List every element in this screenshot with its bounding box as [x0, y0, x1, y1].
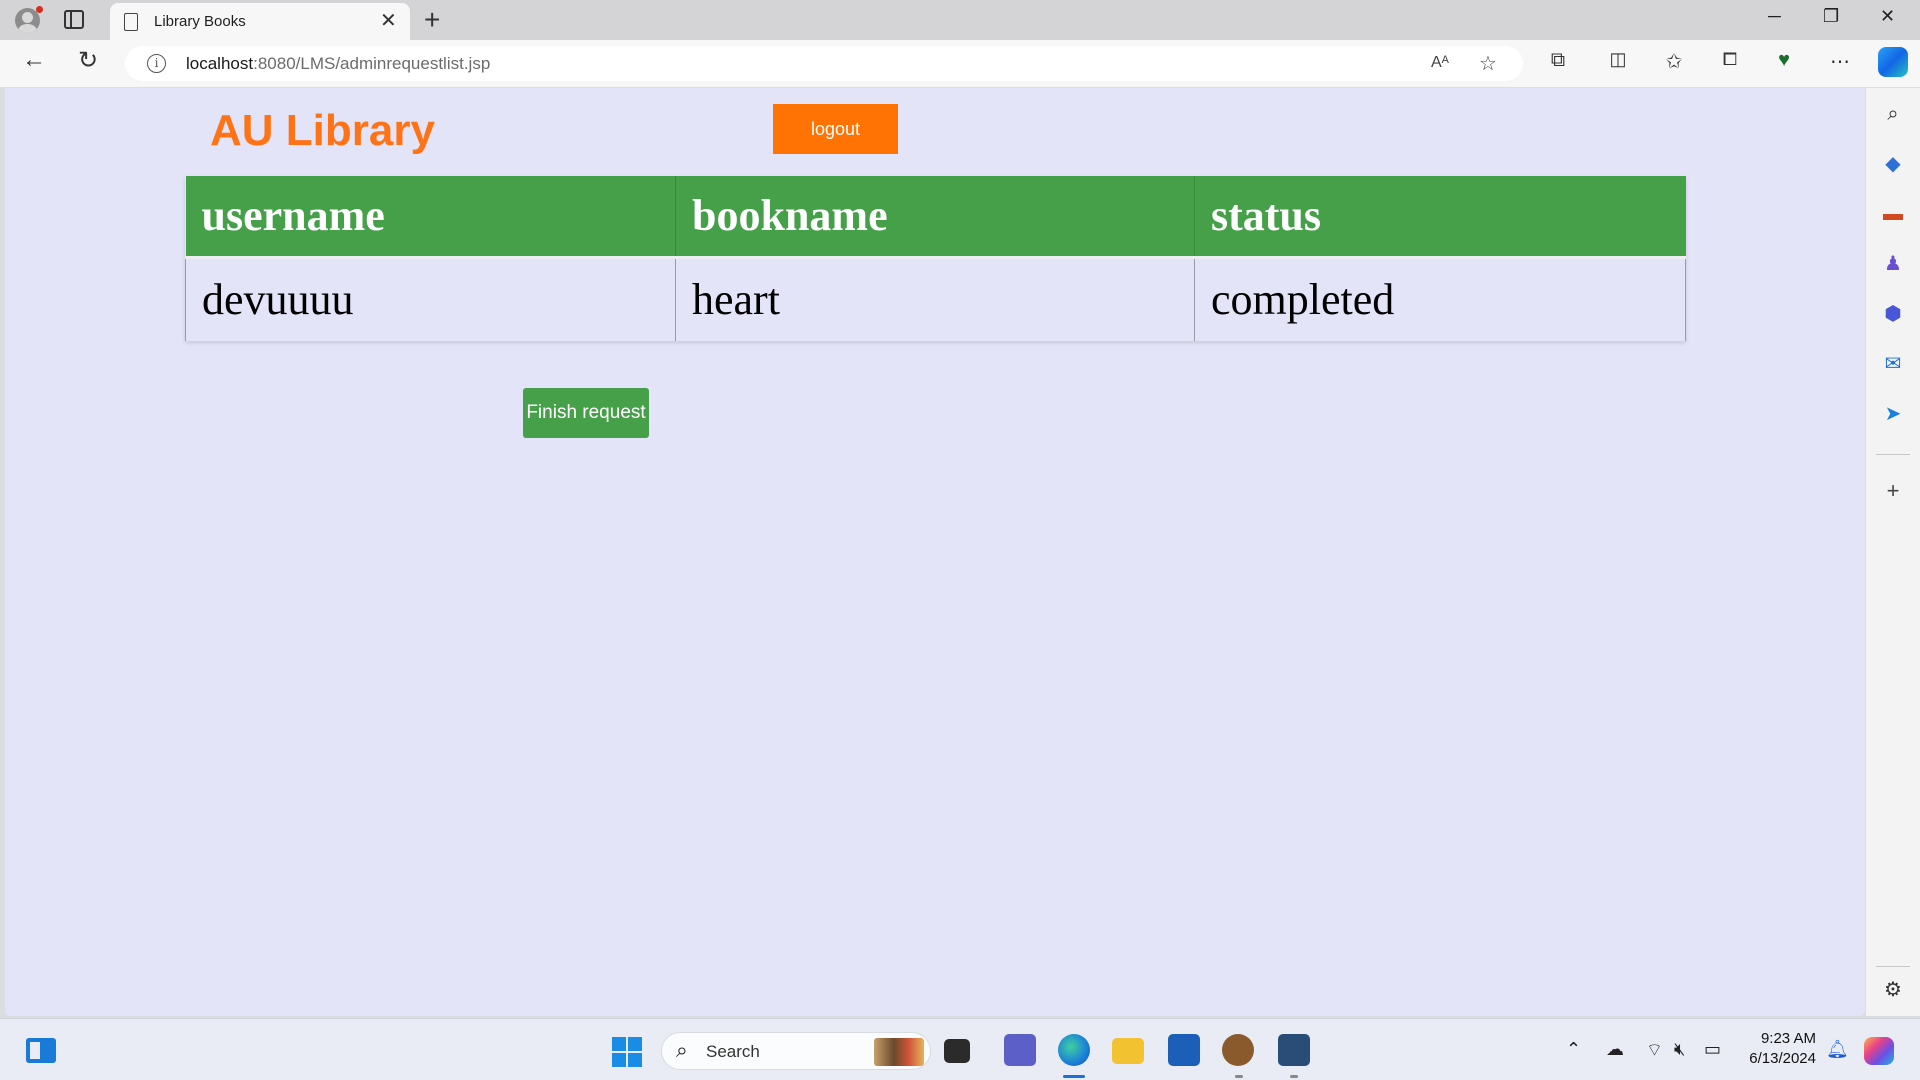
tools-icon[interactable]: ▬: [1882, 203, 1904, 225]
cell-username: devuuuu: [185, 255, 676, 341]
read-aloud-icon[interactable]: Aᴬ: [1431, 54, 1449, 72]
new-tab-button[interactable]: +: [424, 4, 440, 36]
sidebar-divider: [1876, 454, 1910, 455]
extensions-icon[interactable]: ⧉: [1546, 49, 1570, 73]
favorites-icon[interactable]: ✩: [1662, 49, 1686, 73]
start-tile: [612, 1053, 626, 1067]
more-menu-icon[interactable]: ⋯: [1828, 49, 1852, 73]
teams-icon[interactable]: [1004, 1034, 1036, 1066]
edge-sidebar: ⌕ ◆ ▬ ♟ ⬢ ✉ ➤ + ⚙: [1866, 88, 1920, 1016]
column-header-bookname: bookname: [675, 176, 1195, 257]
back-arrow-icon[interactable]: ←: [22, 46, 46, 74]
notification-dot-icon: [36, 6, 43, 13]
drop-icon[interactable]: ➤: [1882, 403, 1904, 425]
finish-request-button[interactable]: Finish request: [523, 388, 649, 438]
column-header-status: status: [1194, 176, 1686, 257]
search-highlight-image: [874, 1038, 924, 1066]
split-screen-icon[interactable]: ◫: [1606, 49, 1630, 73]
volume-muted-icon[interactable]: 🔇︎: [1674, 1039, 1685, 1060]
start-button[interactable]: [612, 1037, 642, 1067]
logout-button[interactable]: logout: [773, 104, 898, 154]
outlook-icon[interactable]: ✉: [1882, 353, 1904, 375]
minimize-button[interactable]: ─: [1768, 6, 1781, 27]
url-text[interactable]: localhost:8080/LMS/adminrequestlist.jsp: [186, 54, 490, 74]
running-app-indicator: [1290, 1075, 1298, 1078]
taskbar-clock[interactable]: 9:23 AM 6/13/2024: [1740, 1029, 1816, 1069]
url-host: localhost: [186, 54, 254, 73]
microsoft365-icon[interactable]: ⬢: [1882, 303, 1904, 325]
store-icon[interactable]: [1168, 1034, 1200, 1066]
battery-icon[interactable]: ▭: [1704, 1039, 1721, 1060]
magnifier-icon: ⌕: [676, 1039, 688, 1062]
chevron-up-icon[interactable]: ⌃: [1566, 1039, 1581, 1060]
eclipse-icon[interactable]: [1222, 1034, 1254, 1066]
ide-icon[interactable]: [1278, 1034, 1310, 1066]
site-brand: AU Library: [210, 106, 435, 155]
browser-essentials-icon[interactable]: ♥: [1772, 49, 1796, 73]
collections-icon[interactable]: ⧠: [1718, 49, 1742, 73]
address-bar[interactable]: i localhost:8080/LMS/adminrequestlist.js…: [125, 46, 1523, 81]
active-app-indicator: [1063, 1075, 1085, 1078]
restore-button[interactable]: ❐: [1823, 6, 1839, 27]
widgets-icon[interactable]: [26, 1038, 56, 1063]
cell-status: completed: [1194, 255, 1686, 341]
edge-icon[interactable]: [1058, 1034, 1090, 1066]
copilot-taskbar-icon[interactable]: [1864, 1037, 1894, 1065]
page-viewport: AU Library logout username bookname stat…: [5, 88, 1865, 1016]
cell-bookname: heart: [675, 255, 1195, 341]
browser-toolbar: ← ↻ i localhost:8080/LMS/adminrequestlis…: [0, 40, 1920, 87]
notification-bell-icon[interactable]: 🔔︎: [1826, 1039, 1849, 1060]
page-icon: [124, 13, 138, 31]
sidebar-divider: [1876, 966, 1910, 967]
tab-strip: Library Books ✕ + ─ ❐ ✕: [0, 0, 1920, 40]
site-info-icon[interactable]: i: [147, 54, 166, 73]
running-app-indicator: [1235, 1075, 1243, 1078]
taskbar-search[interactable]: ⌕ Search: [661, 1032, 931, 1070]
shopping-tag-icon[interactable]: ◆: [1882, 153, 1904, 175]
taskbar: ⌕ Search ⌃ ☁ ⌔ 🔇︎ ▭ 9:23 AM 6/13/2024 🔔︎: [0, 1018, 1920, 1080]
url-path: :8080/LMS/adminrequestlist.jsp: [253, 54, 491, 73]
column-header-username: username: [185, 176, 676, 257]
tab-library-books[interactable]: Library Books ✕: [110, 3, 410, 40]
table-header-row: username bookname status: [185, 176, 1686, 257]
copilot-icon[interactable]: [1878, 47, 1908, 77]
games-icon[interactable]: ♟: [1882, 253, 1904, 275]
request-table: username bookname status devuuuu heart c…: [185, 176, 1686, 341]
add-icon[interactable]: +: [1882, 480, 1904, 502]
tab-title: Library Books: [154, 13, 246, 30]
start-tile: [612, 1037, 626, 1051]
task-view-icon[interactable]: [944, 1039, 970, 1063]
tab-actions-icon[interactable]: [64, 10, 84, 29]
taskbar-search-label: Search: [706, 1042, 760, 1061]
search-icon[interactable]: ⌕: [1882, 103, 1904, 125]
wifi-icon[interactable]: ⌔: [1646, 1039, 1663, 1062]
onedrive-icon[interactable]: ☁: [1606, 1039, 1624, 1060]
file-explorer-icon[interactable]: [1112, 1038, 1144, 1064]
start-tile: [628, 1037, 642, 1051]
close-window-button[interactable]: ✕: [1880, 6, 1895, 27]
tab-close-icon[interactable]: ✕: [380, 9, 397, 33]
clock-date: 6/13/2024: [1749, 1050, 1816, 1067]
table-row: devuuuu heart completed: [185, 255, 1686, 341]
favorite-star-icon[interactable]: ☆: [1479, 51, 1497, 76]
start-tile: [628, 1053, 642, 1067]
clock-time: 9:23 AM: [1760, 1030, 1816, 1047]
refresh-icon[interactable]: ↻: [78, 46, 98, 75]
settings-icon[interactable]: ⚙: [1882, 979, 1904, 1001]
